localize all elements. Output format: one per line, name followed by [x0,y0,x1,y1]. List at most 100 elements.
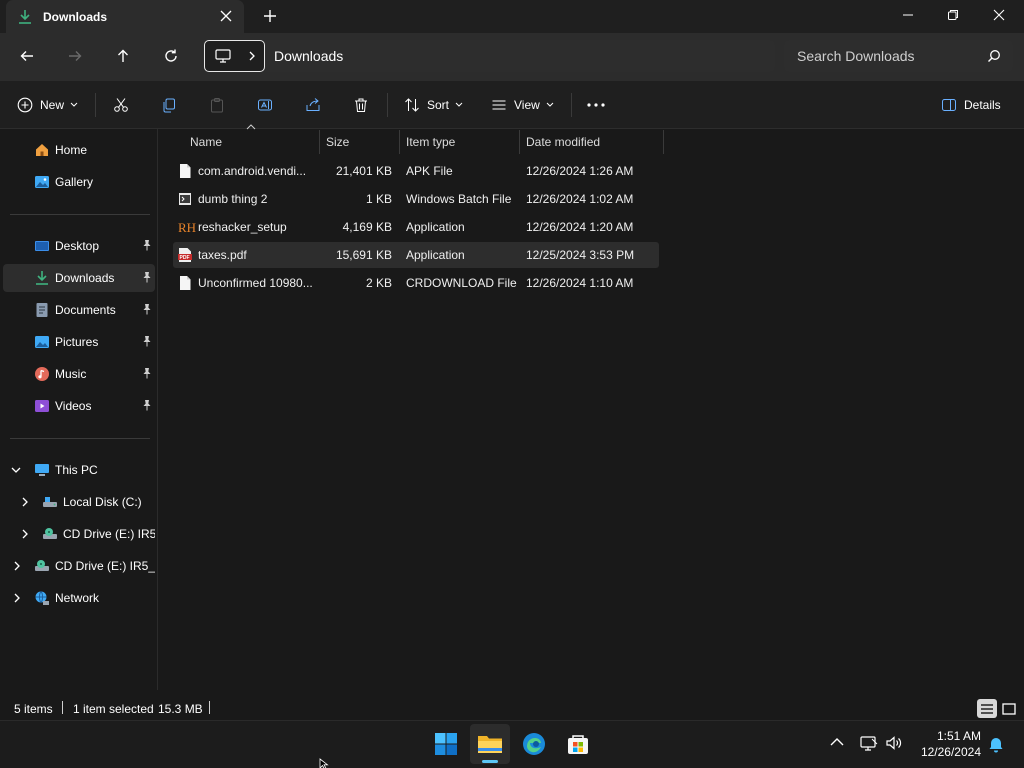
column-header-name[interactable]: Name [190,129,318,155]
paste-button[interactable] [209,92,225,118]
breadcrumb-current-folder[interactable]: Downloads [274,48,343,64]
show-hidden-icons-button[interactable] [830,737,844,747]
restore-button[interactable] [930,0,976,30]
this-pc-breadcrumb[interactable] [204,40,265,72]
file-size: 21,401 KB [335,164,392,178]
view-icon [492,100,506,110]
file-row[interactable]: dumb thing 2 1 KB Windows Batch File 12/… [173,186,659,212]
column-header-type[interactable]: Item type [406,129,516,155]
sidebar-item-local-disk[interactable]: Local Disk (C:) [3,488,155,516]
paste-icon [211,98,223,113]
file-name: reshacker_setup [198,220,287,234]
details-pane-button[interactable]: Details [941,92,1001,118]
file-size: 2 KB [365,276,392,290]
file-row[interactable]: RH reshacker_setup 4,169 KB Application … [173,214,659,240]
file-date: 12/26/2024 1:02 AM [526,192,634,206]
bell-icon [989,738,1003,753]
minimize-icon [903,14,913,16]
up-button[interactable] [107,41,139,71]
chevron-right-icon[interactable] [13,561,21,571]
back-button[interactable] [11,41,43,71]
pin-icon [142,271,152,283]
home-icon [34,142,50,158]
view-button[interactable]: View [491,92,554,118]
taskbar-store[interactable] [558,724,598,764]
start-button[interactable] [426,724,466,764]
chevron-up-icon [830,738,844,746]
sidebar-item-cd-drive[interactable]: CD Drive (E:) IR5_C [3,520,155,548]
new-tab-button[interactable] [262,8,278,24]
pin-icon [142,303,152,315]
sidebar-item-network[interactable]: Network [3,584,155,612]
sidebar-item-home[interactable]: Home [3,136,155,164]
column-header-date[interactable]: Date modified [526,129,661,155]
arrow-right-icon [69,51,82,61]
taskbar-edge[interactable] [514,724,554,764]
clock-date[interactable]: 12/26/2024 [908,745,981,759]
divider [62,701,63,714]
column-divider[interactable] [663,130,664,154]
chevron-right-icon[interactable] [13,593,21,603]
divider [10,438,150,439]
file-row-selected[interactable]: PDF taxes.pdf 15,691 KB Application 12/2… [173,242,659,268]
this-pc-icon [34,462,50,478]
file-row[interactable]: Unconfirmed 10980... 2 KB CRDOWNLOAD Fil… [173,270,659,296]
column-header-size[interactable]: Size [326,129,396,155]
network-status-button[interactable] [860,735,878,751]
tiles-view-icon [1002,702,1016,715]
sidebar-item-music[interactable]: Music [3,360,155,388]
sidebar-item-downloads[interactable]: Downloads [3,264,155,292]
clock-time[interactable]: 1:51 AM [908,729,981,743]
sort-button[interactable]: Sort [404,92,463,118]
search-input[interactable]: Search Downloads [784,40,1013,72]
chevron-down-icon[interactable] [11,466,21,474]
file-type: Windows Batch File [406,192,512,206]
pin-icon [142,399,152,411]
column-divider[interactable] [519,130,520,154]
share-button[interactable] [305,92,321,118]
file-type: Application [406,220,465,234]
sidebar-item-gallery[interactable]: Gallery [3,168,155,196]
notifications-button[interactable] [988,735,1004,753]
tab-downloads[interactable]: Downloads [6,0,244,33]
column-divider[interactable] [319,130,320,154]
sidebar-item-videos[interactable]: Videos [3,392,155,420]
column-divider[interactable] [399,130,400,154]
sidebar-item-label: CD Drive (E:) IR5_CC [55,559,155,573]
sidebar-item-cd-drive-root[interactable]: CD Drive (E:) IR5_CC [3,552,155,580]
selection-size: 15.3 MB [158,702,203,716]
refresh-button[interactable] [155,41,187,71]
sidebar-item-label: This PC [55,463,98,477]
sidebar-item-desktop[interactable]: Desktop [3,232,155,260]
delete-button[interactable] [353,92,369,118]
forward-button[interactable] [59,41,91,71]
monitor-icon [215,49,231,63]
cut-button[interactable] [113,92,129,118]
plus-circle-icon [17,97,33,113]
file-icon [178,275,192,291]
details-view-button[interactable] [977,699,997,718]
chevron-right-icon[interactable] [21,529,29,539]
copy-button[interactable] [161,92,177,118]
sidebar-item-label: Downloads [55,271,115,285]
file-icon [178,163,192,179]
address-bar[interactable]: Downloads [265,40,775,72]
selection-info: 1 item selected [73,702,154,716]
file-row[interactable]: com.android.vendi... 21,401 KB APK File … [173,158,659,184]
chevron-right-icon[interactable] [21,497,29,507]
volume-button[interactable] [885,735,903,751]
sidebar-item-label: Network [55,591,100,605]
close-window-button[interactable] [976,0,1022,30]
sidebar-item-documents[interactable]: Documents [3,296,155,324]
taskbar-file-explorer[interactable] [470,724,510,764]
arrow-up-icon [118,49,128,62]
sidebar-item-this-pc[interactable]: This PC [3,456,155,484]
tiles-view-button[interactable] [999,699,1019,718]
downloads-folder-icon [34,270,50,286]
minimize-button[interactable] [885,0,931,30]
sidebar-item-pictures[interactable]: Pictures [3,328,155,356]
close-tab-icon[interactable] [219,9,233,23]
new-button[interactable]: New [17,92,78,118]
more-options-button[interactable] [586,92,606,118]
rename-button[interactable] [257,92,273,118]
